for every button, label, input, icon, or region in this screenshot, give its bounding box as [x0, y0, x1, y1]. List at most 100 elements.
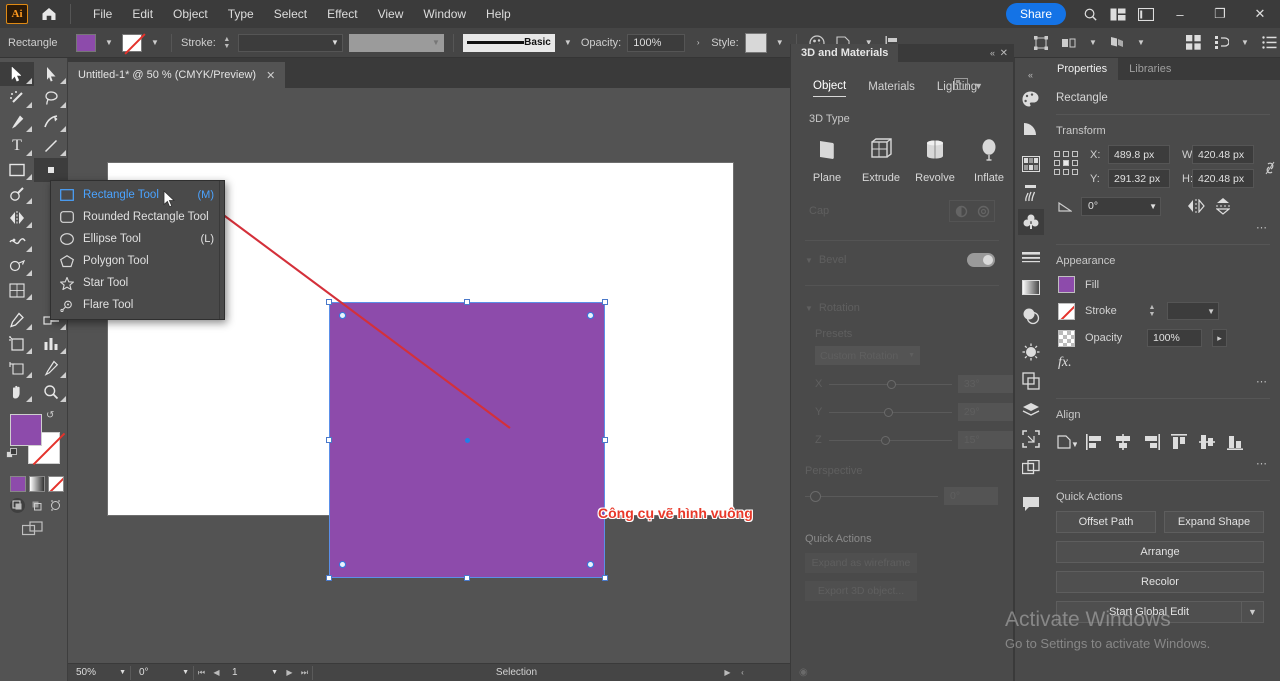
cap-solid-icon[interactable] [950, 201, 972, 221]
line-segment-tool[interactable] [34, 134, 68, 158]
arrange-button[interactable]: Arrange [1056, 541, 1264, 563]
group-dropdown-icon[interactable]: ▼ [1134, 34, 1148, 52]
zoom-tool[interactable] [34, 380, 68, 404]
search-icon[interactable] [1076, 0, 1104, 28]
swap-fill-stroke-icon[interactable]: ↺ [46, 410, 54, 421]
slider-knob[interactable] [881, 436, 890, 445]
reference-point-selector[interactable] [1054, 145, 1084, 178]
corner-widget-top-right[interactable] [587, 312, 594, 319]
transform-panel-icon[interactable] [1030, 32, 1052, 54]
menu-view[interactable]: View [368, 2, 414, 26]
panel-menu-icon[interactable] [1258, 32, 1280, 54]
arrange-documents-icon[interactable] [1104, 0, 1132, 28]
opacity-expand-icon[interactable]: ▸ [1212, 329, 1227, 347]
start-global-edit-button[interactable]: Start Global Edit [1056, 601, 1242, 623]
flyout-item-flare-tool[interactable]: Flare Tool [51, 294, 224, 316]
document-tab-close-icon[interactable]: ✕ [266, 69, 275, 82]
asset-export-icon[interactable] [1018, 455, 1044, 481]
stroke-weight-stepper[interactable]: ▲▼ [1147, 302, 1157, 320]
menu-help[interactable]: Help [476, 2, 521, 26]
artboard-tool[interactable] [0, 356, 34, 380]
brush-definition-dropdown[interactable]: Basic [463, 34, 555, 52]
show-grid-icon[interactable] [1182, 32, 1204, 54]
tab-libraries[interactable]: Libraries [1118, 58, 1182, 80]
shape-builder-tool[interactable] [0, 254, 34, 278]
eyedropper-tool[interactable] [0, 308, 34, 332]
3d-rotate-x-value[interactable]: 33° [958, 375, 1013, 393]
flyout-item-rectangle-tool[interactable]: Rectangle Tool (M) [51, 184, 224, 206]
prev-artboard-icon[interactable]: ◀ [209, 668, 224, 677]
menu-object[interactable]: Object [163, 2, 218, 26]
close-button[interactable]: ✕ [1240, 0, 1280, 28]
3d-rotate-x-slider[interactable] [829, 384, 952, 385]
snap-to-point-icon[interactable] [1210, 32, 1232, 54]
handle-bottom-right[interactable] [602, 575, 608, 581]
slider-knob[interactable] [810, 491, 821, 502]
color-panel-icon[interactable] [1018, 86, 1044, 112]
align-bottom-icon[interactable] [1224, 431, 1246, 453]
brush-dropdown-icon[interactable]: ▼ [561, 34, 575, 52]
stroke-weight-dropdown[interactable]: ▼ [238, 34, 343, 52]
lasso-tool[interactable] [34, 86, 68, 110]
stroke-profile-dropdown[interactable]: ▼ [349, 34, 444, 52]
3d-bevel-toggle[interactable] [967, 253, 995, 267]
workspace-switcher-icon[interactable] [1132, 0, 1160, 28]
color-guide-icon[interactable] [1018, 115, 1044, 141]
transform-more-options-icon[interactable]: ⋯ [1046, 217, 1280, 234]
x-input[interactable]: 489.8 px [1108, 145, 1170, 164]
align-right-icon[interactable] [1140, 431, 1162, 453]
3d-type-inflate[interactable]: Inflate [965, 137, 1013, 184]
selection-tool[interactable] [0, 62, 34, 86]
rotation-angle-dropdown[interactable]: 0° ▼ [1081, 197, 1161, 216]
artboard-number-dropdown[interactable]: 1 ▼ [224, 665, 282, 681]
w-input[interactable]: 420.48 px [1192, 145, 1254, 164]
handle-top-left[interactable] [326, 299, 332, 305]
home-icon[interactable] [36, 1, 62, 27]
draw-normal-icon[interactable] [10, 498, 25, 513]
flyout-item-ellipse-tool[interactable]: Ellipse Tool (L) [51, 228, 224, 250]
opacity-expand-icon[interactable]: › [691, 34, 705, 52]
style-dropdown-icon[interactable]: ▼ [773, 34, 787, 52]
last-artboard-icon[interactable]: ⏭ [297, 668, 312, 678]
corner-widget-top-left[interactable] [339, 312, 346, 319]
chevron-down-icon[interactable]: ▼ [805, 256, 813, 265]
rectangle-tool[interactable] [0, 158, 34, 182]
fill-swatch[interactable] [1058, 276, 1075, 293]
handle-bottom-center[interactable] [464, 575, 470, 581]
document-tab[interactable]: Untitled-1* @ 50 % (CMYK/Preview) ✕ [68, 62, 285, 88]
width-tool[interactable] [0, 230, 34, 254]
color-swatch-icon[interactable] [10, 476, 26, 492]
menu-type[interactable]: Type [218, 2, 264, 26]
layers-icon[interactable] [1018, 397, 1044, 423]
h-input[interactable]: 420.48 px [1192, 169, 1254, 188]
3d-perspective-slider[interactable] [805, 496, 938, 497]
maximize-button[interactable]: ❐ [1200, 0, 1240, 28]
share-button[interactable]: Share [1006, 3, 1066, 25]
slider-knob[interactable] [884, 408, 893, 417]
tab-properties[interactable]: Properties [1046, 58, 1118, 80]
handle-mid-left[interactable] [326, 437, 332, 443]
3d-rotate-z-value[interactable]: 15° [958, 431, 1013, 449]
opacity-input[interactable]: 100% [627, 34, 685, 52]
fill-dropdown-icon[interactable]: ▼ [102, 34, 116, 52]
artboards-icon[interactable] [1018, 426, 1044, 452]
align-to-selection-icon[interactable]: ▼ [1056, 431, 1078, 453]
corner-widget-bottom-right[interactable] [587, 561, 594, 568]
stroke-dropdown-icon[interactable]: ▼ [148, 34, 162, 52]
handle-top-right[interactable] [602, 299, 608, 305]
hand-tool[interactable] [0, 380, 34, 404]
menu-select[interactable]: Select [264, 2, 317, 26]
default-fill-stroke-icon[interactable] [6, 448, 19, 464]
group-objects-icon[interactable] [1106, 32, 1128, 54]
stroke-color-swatch[interactable] [122, 34, 142, 52]
link-broken-icon[interactable] [1260, 145, 1280, 177]
graphic-style-swatch[interactable] [745, 33, 767, 53]
y-input[interactable]: 291.32 px [1108, 169, 1170, 188]
menu-edit[interactable]: Edit [122, 2, 163, 26]
arrange-dropdown-icon[interactable]: ▼ [1086, 34, 1100, 52]
symbols-icon[interactable] [1018, 209, 1044, 235]
rotate-view-dropdown[interactable]: 0° ▼ [131, 665, 193, 681]
align-top-icon[interactable] [1168, 431, 1190, 453]
comments-icon[interactable] [1018, 491, 1044, 517]
3d-rotate-z-slider[interactable] [829, 440, 952, 441]
